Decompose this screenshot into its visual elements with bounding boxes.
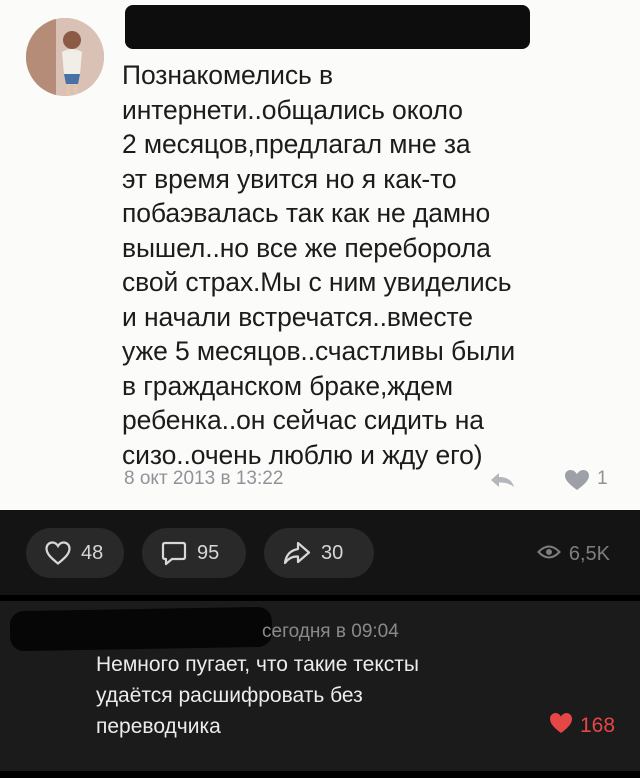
share-button[interactable]: 30 [264, 528, 374, 578]
comment-count: 95 [197, 541, 220, 564]
post-like-count: 1 [597, 468, 608, 489]
post-date: 8 окт 2013 в 13:22 [124, 468, 284, 489]
like-count: 48 [81, 541, 104, 564]
eye-icon [536, 543, 561, 566]
heart-icon [44, 540, 72, 566]
comment-button[interactable]: 95 [142, 528, 246, 578]
comment-like-button[interactable]: 168 [548, 711, 615, 741]
comment-text: Немного пугает, что такие тексты удаётся… [96, 653, 419, 738]
comment: сегодня в 09:04 Немного пугает, что таки… [0, 601, 640, 771]
post-screenshot: Познакомелись в интернети..общались окол… [0, 0, 640, 510]
reply-arrow-icon[interactable] [488, 470, 516, 495]
share-icon [282, 540, 312, 566]
bottom-strip [0, 771, 640, 778]
post-text: Познакомелись в интернети..общались окол… [122, 60, 516, 470]
action-bar: 48 95 30 6,5K [0, 510, 640, 595]
comment-like-count: 168 [580, 714, 616, 737]
avatar-photo [26, 18, 104, 96]
avatar[interactable] [26, 18, 104, 96]
comment-time: сегодня в 09:04 [262, 621, 399, 642]
views-counter: 6,5K [536, 543, 610, 566]
views-count: 6,5K [568, 543, 610, 565]
comment-icon [160, 539, 188, 567]
share-count: 30 [321, 541, 344, 564]
redacted-commenter [9, 606, 273, 652]
heart-outline-icon[interactable] [563, 468, 591, 497]
heart-filled-icon [548, 711, 574, 741]
like-button[interactable]: 48 [26, 528, 124, 578]
redacted-author-name [125, 5, 530, 49]
